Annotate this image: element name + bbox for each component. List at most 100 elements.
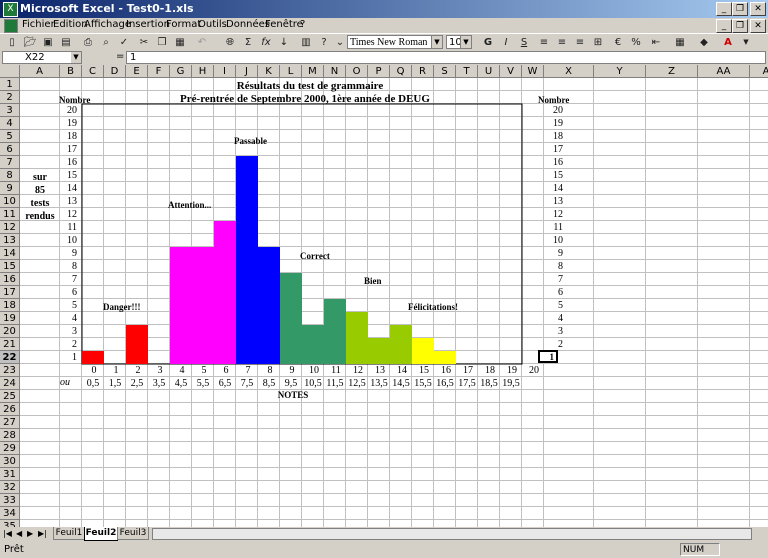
copy-icon[interactable]: ❐	[154, 35, 170, 50]
minimize-window-button[interactable]: _	[716, 2, 732, 16]
italic-icon[interactable]: I	[498, 35, 514, 50]
histogram-chart	[81, 103, 523, 365]
right-count-label: 11	[553, 222, 563, 233]
tab-prev-arrow-icon[interactable]: ◀	[16, 529, 22, 538]
tab-last-arrow-icon[interactable]: ▶|	[38, 529, 47, 538]
print-preview-icon[interactable]: ⌕	[98, 35, 114, 50]
formula-input[interactable]: 1	[126, 51, 766, 64]
borders-icon[interactable]: ▦	[672, 35, 688, 50]
x-axis-note-label: 18	[485, 365, 495, 376]
tab-feuil3[interactable]: Feuil3	[117, 527, 149, 540]
decrease-indent-icon[interactable]: ⇤	[648, 35, 664, 50]
autosum-icon[interactable]: Σ	[240, 35, 256, 50]
save-icon[interactable]: ▣	[40, 35, 56, 50]
chart-wizard-icon[interactable]: ▥	[298, 35, 314, 50]
menu-edition[interactable]: Edition	[53, 19, 88, 30]
font-color-icon[interactable]: A	[720, 35, 736, 50]
sort-ascending-icon[interactable]: ↓	[276, 35, 292, 50]
histogram-bar	[258, 247, 280, 364]
chevron-down-icon: ▼	[71, 52, 81, 63]
bold-icon[interactable]: G	[480, 35, 496, 50]
chevron-down-icon: ▼	[460, 36, 471, 48]
right-count-label: 18	[553, 131, 563, 142]
paste-icon[interactable]: ▦	[172, 35, 188, 50]
menu-affichage[interactable]: Affichage	[84, 19, 131, 30]
y-axis-tick-label: 13	[67, 196, 77, 207]
font-name-select[interactable]: Times New Roman ▼	[347, 35, 443, 49]
tab-feuil2[interactable]: Feuil2	[84, 527, 118, 541]
histogram-bar	[390, 325, 412, 364]
menu-fichier[interactable]: Fichier	[22, 19, 55, 30]
x-axis-note-label: 19	[507, 365, 517, 376]
doc-restore-button[interactable]: ❐	[732, 19, 748, 33]
side-label-tests: tests	[30, 198, 50, 209]
y-axis-tick-label: 3	[72, 326, 77, 337]
open-folder-icon[interactable]: 📂︎	[22, 35, 38, 50]
annotation-passable: Passable	[234, 136, 268, 146]
font-size-select[interactable]: 10 ▼	[446, 35, 472, 49]
y-axis-tick-label: 8	[72, 261, 77, 272]
formatting-toolbar: ▯ 📂︎ ▣ ▤ ⎙ ⌕ ✓ ✂ ❐ ▦ ↶ 🌐︎ Σ fx ↓ ▥ ? ⌄ T…	[0, 33, 768, 52]
menu-fenetre[interactable]: Fenêtre	[265, 19, 303, 30]
menu-insertion[interactable]: Insertion	[126, 19, 170, 30]
underline-icon[interactable]: S	[516, 35, 532, 50]
zoom-icon[interactable]: ⌄	[332, 35, 348, 50]
right-count-label: 10	[553, 235, 563, 246]
x-axis-half-label: 19,5	[502, 378, 520, 389]
spelling-icon[interactable]: ✓	[116, 35, 132, 50]
cut-icon[interactable]: ✂	[136, 35, 152, 50]
y-axis-tick-label: 16	[67, 157, 77, 168]
restore-window-button[interactable]: ❐	[732, 2, 748, 16]
align-right-icon[interactable]: ≡	[572, 35, 588, 50]
tab-feuil1[interactable]: Feuil1	[53, 527, 85, 540]
chevron-down-icon[interactable]: ▼	[738, 35, 754, 50]
menu-help[interactable]: ?	[300, 19, 305, 30]
right-count-label: 15	[553, 170, 563, 181]
x-axis-note-label: 15	[419, 365, 429, 376]
doc-minimize-button[interactable]: _	[716, 19, 732, 33]
excel-app-icon: X	[3, 2, 18, 17]
annotation-correct: Correct	[300, 251, 330, 261]
name-box[interactable]: X22 ▼	[2, 51, 82, 64]
y-axis-tick-label: 9	[72, 248, 77, 259]
sheet-title: Résultats du test de grammaire	[236, 80, 384, 92]
doc-close-button[interactable]: ✕	[750, 19, 766, 33]
function-icon[interactable]: fx	[258, 35, 274, 50]
hyperlink-icon[interactable]: 🌐︎	[222, 35, 238, 50]
y-axis-tick-label: 10	[67, 235, 77, 246]
tab-next-arrow-icon[interactable]: ▶	[27, 529, 33, 538]
selected-cell-x22[interactable]: 1	[538, 350, 558, 363]
print-icon[interactable]: ⎙	[80, 35, 96, 50]
formula-value: 1	[130, 52, 137, 63]
new-file-icon[interactable]: ▯	[4, 35, 20, 50]
nombre-right-label: Nombre	[538, 95, 570, 105]
histogram-bar	[346, 312, 368, 364]
y-axis-tick-label: 19	[67, 118, 77, 129]
num-lock-label: NUM	[683, 545, 705, 555]
fill-color-icon[interactable]: ◆	[696, 35, 712, 50]
sheet-subtitle: Pré-rentrée de Septembre 2000, 1ère anné…	[180, 93, 430, 105]
menu-outils[interactable]: Outils	[198, 19, 227, 30]
histogram-bar	[302, 325, 324, 364]
help-icon[interactable]: ?	[316, 35, 332, 50]
y-axis-tick-label: 7	[72, 274, 77, 285]
nombre-left-label: Nombre	[59, 95, 91, 105]
undo-icon[interactable]: ↶	[194, 35, 210, 50]
align-center-icon[interactable]: ≡	[554, 35, 570, 50]
currency-icon[interactable]: €	[610, 35, 626, 50]
x-axis-note-label: 8	[267, 365, 273, 376]
close-window-button[interactable]: ✕	[750, 2, 766, 16]
menu-donnees[interactable]: Données	[226, 19, 270, 30]
merge-center-icon[interactable]: ⊞	[590, 35, 606, 50]
histogram-bar	[192, 247, 214, 364]
tab-feuil3-label: Feuil3	[119, 528, 147, 538]
formula-equals[interactable]: =	[116, 51, 124, 62]
menu-format[interactable]: Format	[166, 19, 201, 30]
worksheet-grid[interactable]: ABCDEFGHIJKLMNOPQRSTUVWXYZAAAB1234567891…	[0, 65, 768, 527]
align-left-icon[interactable]: ≡	[536, 35, 552, 50]
x-axis-note-label: 17	[463, 365, 473, 376]
tab-first-arrow-icon[interactable]: |◀	[3, 529, 12, 538]
percent-icon[interactable]: %	[628, 35, 644, 50]
lock-icon[interactable]: ▤	[58, 35, 74, 50]
horizontal-scrollbar[interactable]	[152, 528, 752, 540]
